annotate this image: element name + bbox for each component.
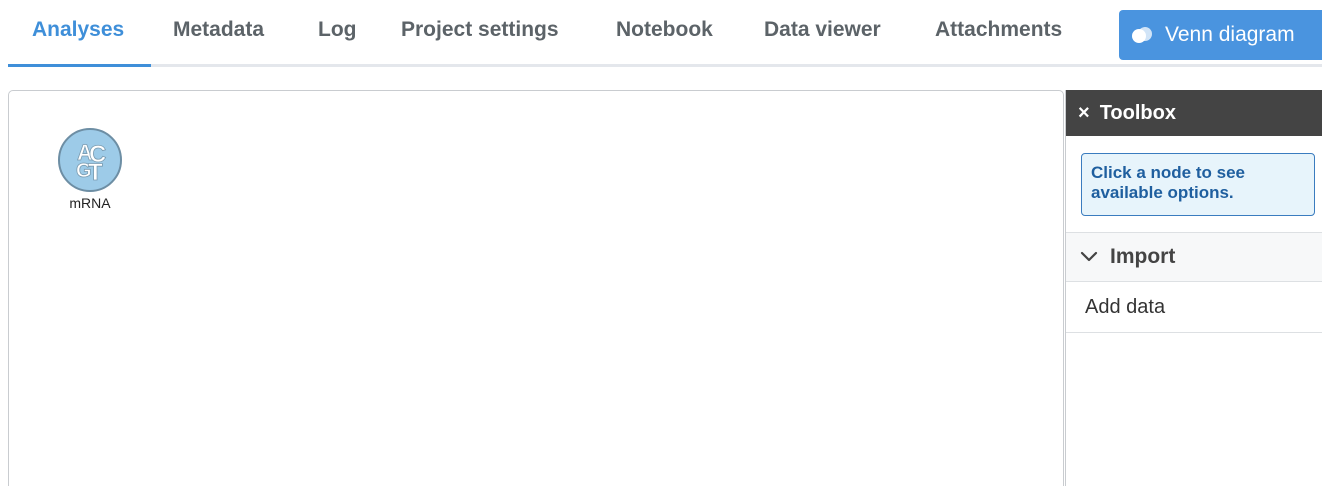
section-import-label: Import <box>1110 245 1176 268</box>
toolbox-info-message: Click a node to see available options. <box>1081 153 1315 216</box>
toolbox-item-add-data[interactable]: Add data <box>1066 282 1322 333</box>
tab-divider <box>8 64 1322 67</box>
tab-analyses[interactable]: Analyses <box>32 18 124 42</box>
data-node-mrna[interactable]: A C G T mRNA <box>49 128 131 211</box>
tab-data-viewer[interactable]: Data viewer <box>764 18 881 42</box>
tab-notebook[interactable]: Notebook <box>616 18 713 42</box>
section-import[interactable]: Import <box>1066 232 1322 282</box>
venn-diagram-button[interactable]: Venn diagram <box>1119 10 1322 60</box>
toolbox-title: Toolbox <box>1099 101 1176 124</box>
tab-log[interactable]: Log <box>318 18 356 42</box>
close-icon[interactable]: × <box>1078 102 1090 125</box>
venn-icon <box>1132 27 1152 43</box>
toolbox-header: × Toolbox <box>1066 90 1322 136</box>
tab-attachments[interactable]: Attachments <box>935 18 1062 42</box>
chevron-down-icon <box>1080 251 1098 262</box>
toolbox-panel: × Toolbox Click a node to see available … <box>1065 90 1322 486</box>
tab-bar: Analyses Metadata Log Project settings N… <box>0 0 1322 68</box>
acgt-icon: A C G T <box>58 128 122 192</box>
node-label: mRNA <box>69 195 111 211</box>
analysis-canvas[interactable]: A C G T mRNA <box>8 90 1064 486</box>
tab-metadata[interactable]: Metadata <box>173 18 264 42</box>
tab-project-settings[interactable]: Project settings <box>401 18 559 42</box>
active-tab-indicator <box>8 64 151 67</box>
venn-diagram-label: Venn diagram <box>1165 23 1295 46</box>
svg-text:T: T <box>88 159 103 186</box>
